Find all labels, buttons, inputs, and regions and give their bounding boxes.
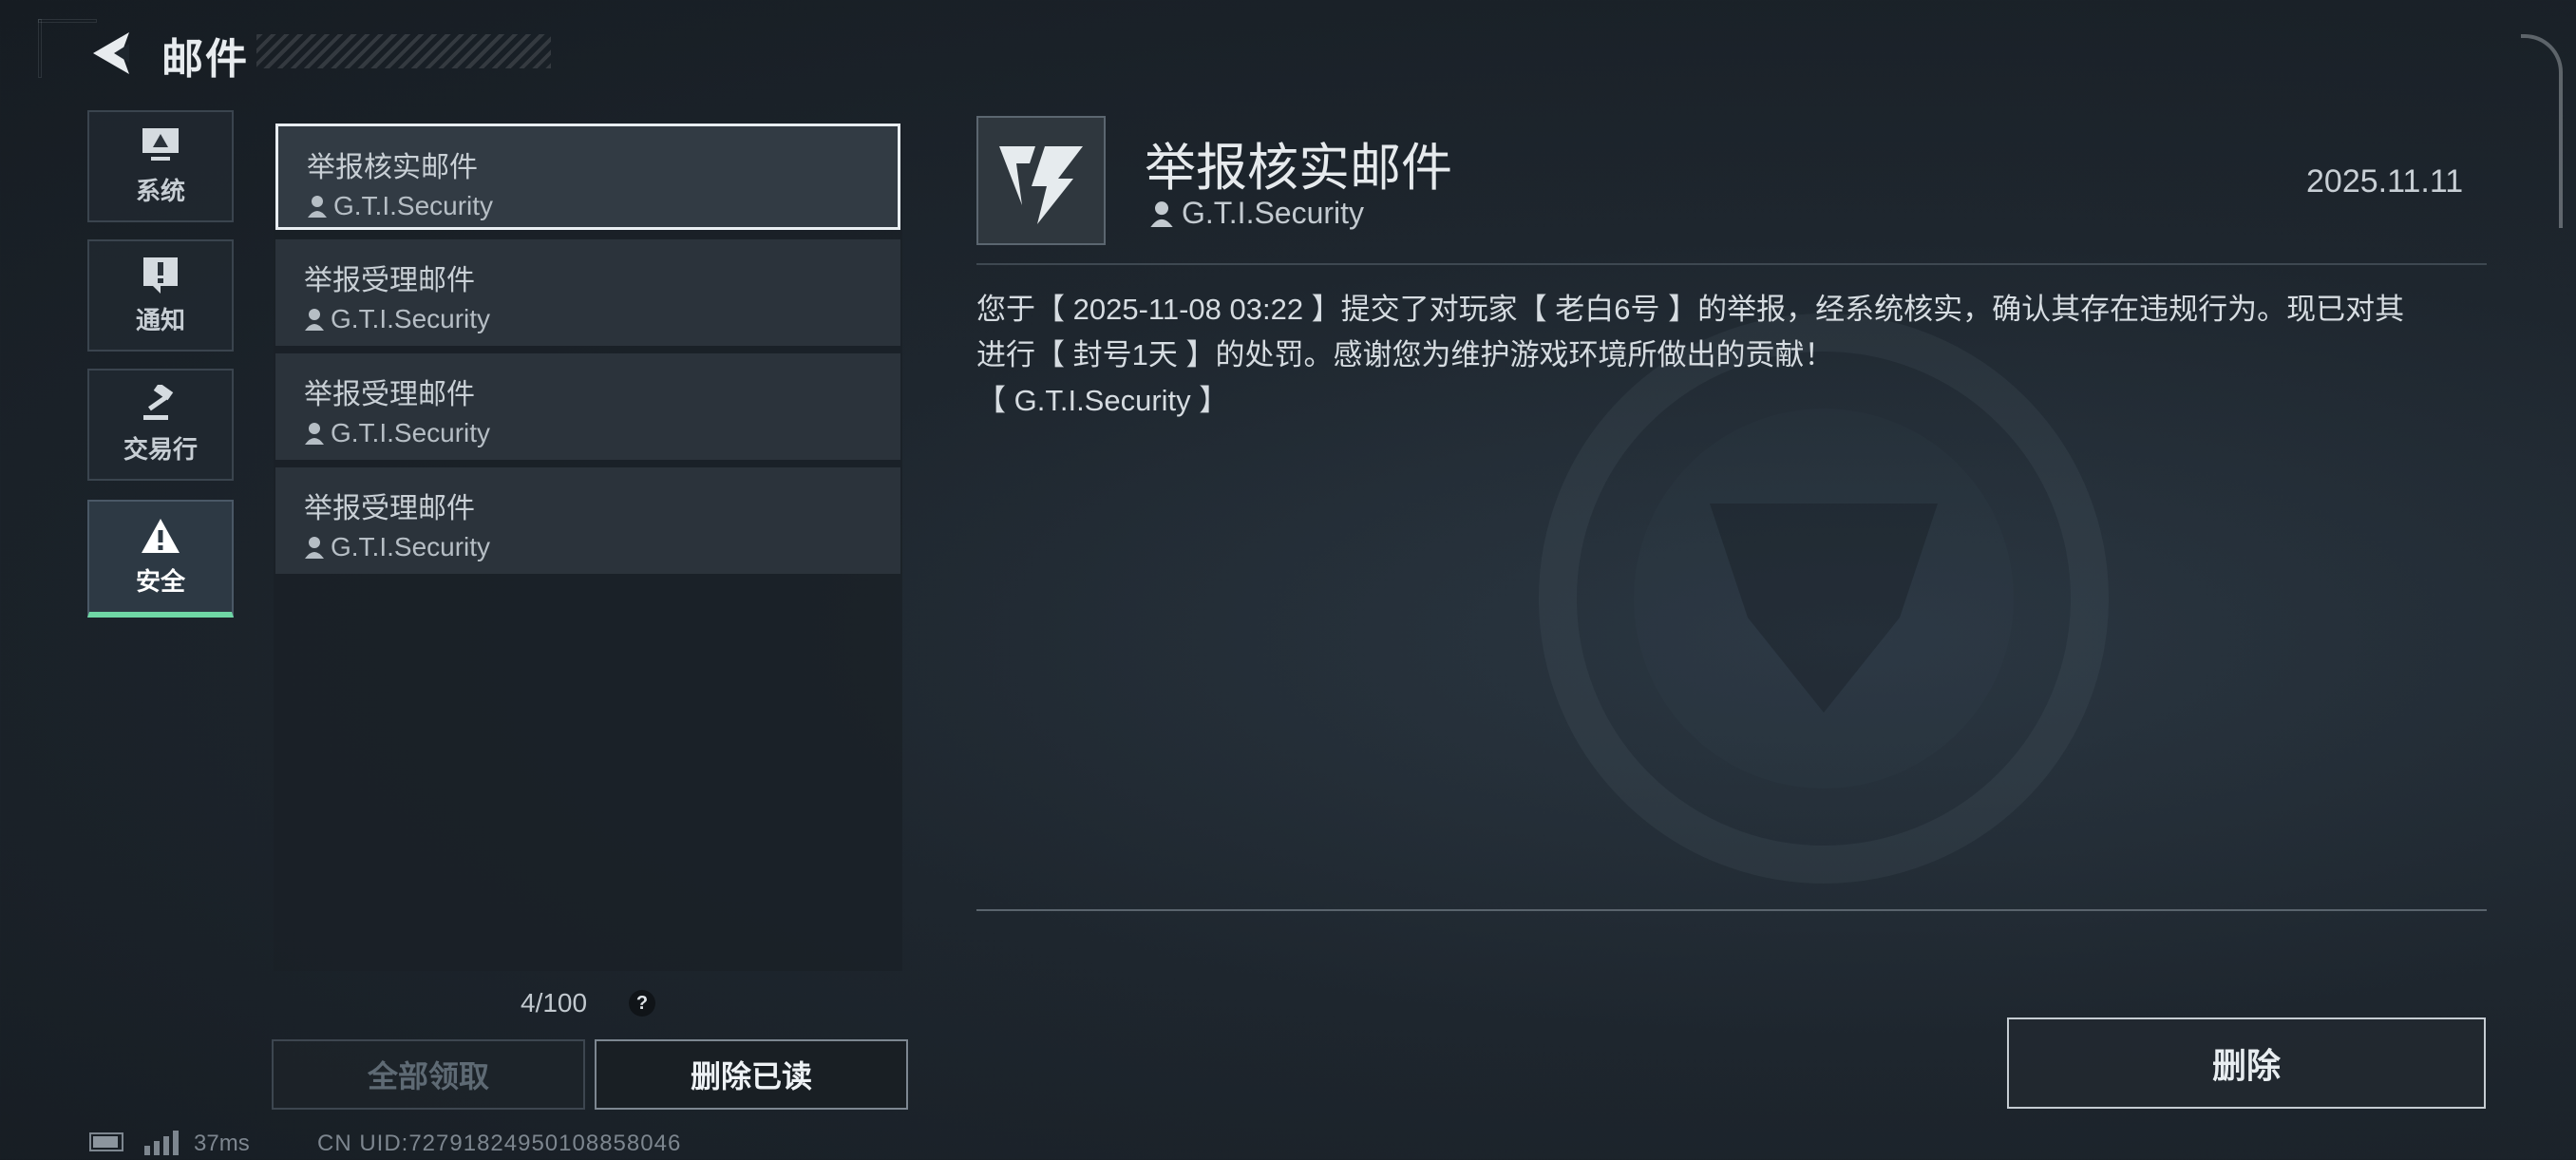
category-label: 交易行 bbox=[123, 434, 198, 464]
battery-icon bbox=[89, 1132, 123, 1151]
mail-sender-name: G.T.I.Security bbox=[333, 191, 494, 220]
divider bbox=[976, 909, 2487, 911]
person-icon bbox=[305, 309, 324, 331]
frame-line bbox=[38, 19, 97, 23]
category-tab-security[interactable]: 安全 bbox=[87, 500, 234, 618]
delete-read-button[interactable]: 删除已读 bbox=[595, 1039, 908, 1110]
person-icon bbox=[308, 196, 327, 218]
mail-sender: G.T.I.Security bbox=[307, 191, 898, 221]
mail-body: 您于【 2025-11-08 03:22 】提交了对玩家【 老白6号 】的举报，… bbox=[976, 287, 2487, 424]
category-label: 通知 bbox=[135, 305, 185, 334]
delete-button[interactable]: 删除 bbox=[2007, 1017, 2486, 1109]
mail-item[interactable]: 举报核实邮件 G.T.I.Security bbox=[275, 124, 900, 230]
mail-item[interactable]: 举报受理邮件 G.T.I.Security bbox=[275, 467, 900, 574]
category-tab-trade[interactable]: 交易行 bbox=[87, 369, 234, 481]
mail-sender-name: G.T.I.Security bbox=[331, 418, 491, 447]
mail-title: 举报受理邮件 bbox=[304, 379, 475, 410]
exclamation-icon bbox=[143, 257, 178, 294]
mail-detail-sender-name: G.T.I.Security bbox=[1182, 196, 1365, 230]
signal-icon bbox=[144, 1131, 182, 1160]
mail-sender: G.T.I.Security bbox=[304, 532, 900, 562]
gavel-icon bbox=[143, 384, 174, 420]
mail-body-signature: 【 G.T.I.Security 】 bbox=[976, 384, 1229, 417]
mail-detail-sender: G.T.I.Security bbox=[1149, 196, 1364, 231]
help-button[interactable]: ? bbox=[629, 990, 655, 1017]
category-label: 安全 bbox=[135, 566, 185, 596]
page-title: 邮件 bbox=[161, 36, 249, 83]
ping-value: 37ms bbox=[194, 1131, 250, 1156]
claim-all-button[interactable]: 全部领取 bbox=[272, 1039, 585, 1110]
back-button[interactable] bbox=[87, 29, 135, 78]
mail-body-line: 进行【 封号1天 】的处罚。感谢您为维护游戏环境所做出的贡献！ bbox=[976, 338, 1834, 371]
person-icon bbox=[305, 423, 324, 445]
sender-logo bbox=[976, 116, 1106, 245]
mail-item[interactable]: 举报受理邮件 G.T.I.Security bbox=[275, 353, 900, 460]
mail-sender-name: G.T.I.Security bbox=[331, 304, 491, 333]
mail-count: 4/100 bbox=[521, 988, 588, 1017]
mail-title: 举报受理邮件 bbox=[304, 265, 475, 296]
mail-sender: G.T.I.Security bbox=[304, 418, 900, 448]
user-uid: CN UID:72791824950108858046 bbox=[317, 1131, 682, 1156]
category-tab-notice[interactable]: 通知 bbox=[87, 239, 234, 352]
mail-title: 举报核实邮件 bbox=[307, 152, 478, 183]
frame-line bbox=[38, 19, 42, 78]
person-icon bbox=[1150, 200, 1173, 227]
mail-detail-title: 举报核实邮件 bbox=[1145, 140, 1452, 197]
title-stripes bbox=[256, 34, 551, 68]
back-arrow-icon bbox=[93, 32, 129, 74]
warning-icon bbox=[142, 518, 180, 553]
person-icon bbox=[305, 537, 324, 559]
mail-item[interactable]: 举报受理邮件 G.T.I.Security bbox=[275, 239, 900, 346]
mail-body-line: 您于【 2025-11-08 03:22 】提交了对玩家【 老白6号 】的举报，… bbox=[976, 293, 2405, 326]
corner-decoration bbox=[2521, 34, 2563, 228]
category-tab-system[interactable]: 系统 bbox=[87, 110, 234, 222]
divider bbox=[976, 263, 2487, 265]
monitor-icon bbox=[142, 127, 179, 161]
mail-sender-name: G.T.I.Security bbox=[331, 532, 491, 561]
lightning-shield-icon bbox=[999, 146, 1083, 224]
mail-sender: G.T.I.Security bbox=[304, 304, 900, 334]
category-label: 系统 bbox=[135, 176, 185, 205]
mail-title: 举报受理邮件 bbox=[304, 493, 475, 524]
mail-date: 2025.11.11 bbox=[2306, 163, 2464, 200]
